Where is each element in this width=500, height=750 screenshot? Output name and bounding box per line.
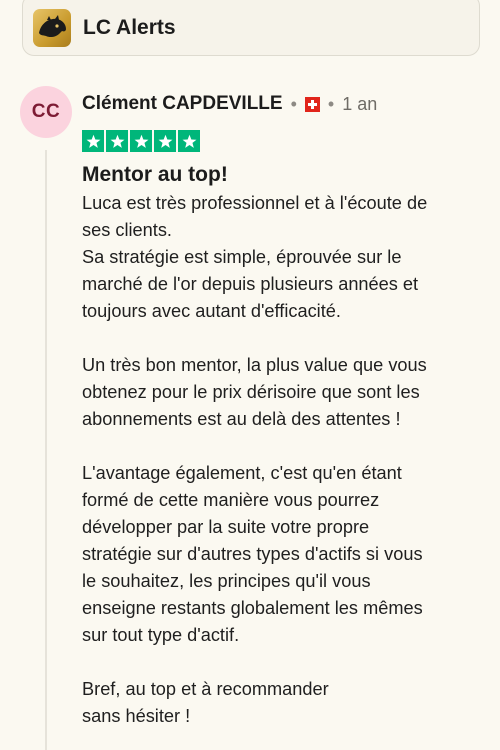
star-icon — [178, 130, 200, 152]
review-body: Luca est très professionnel et à l'écout… — [82, 190, 482, 730]
thread-line — [45, 150, 47, 750]
review-line: sur tout type d'actif. — [82, 625, 240, 645]
swiss-flag-icon — [304, 96, 320, 112]
review-paragraph: L'avantage également, c'est qu'en étant f… — [82, 460, 482, 649]
review-line: L'avantage également, c'est qu'en étant — [82, 463, 402, 483]
star-icon — [130, 130, 152, 152]
review-meta: Clément CAPDEVILLE • • 1 an — [82, 93, 377, 115]
avatar[interactable]: CC — [20, 86, 72, 138]
review-line: le souhaitez, les principes qu'il vous — [82, 571, 371, 591]
review-line: ses clients. — [82, 220, 172, 240]
star-rating — [82, 130, 200, 152]
review-paragraph: Un très bon mentor, la plus value que vo… — [82, 352, 482, 433]
review-line: développer par la suite votre propre — [82, 517, 370, 537]
author-name[interactable]: Clément CAPDEVILLE — [82, 93, 283, 115]
review-line: Un très bon mentor, la plus value que vo… — [82, 355, 427, 375]
panther-logo-icon — [33, 9, 71, 47]
review-title: Mentor au top! — [82, 163, 228, 186]
review-paragraph: Luca est très professionnel et à l'écout… — [82, 190, 482, 325]
review-line: Bref, au top et à recommander — [82, 679, 329, 699]
star-icon — [82, 130, 104, 152]
review-line: obtenez pour le prix dérisoire que sont … — [82, 382, 420, 402]
review-time: 1 an — [342, 93, 378, 114]
review-line: Luca est très professionnel et à l'écout… — [82, 193, 428, 213]
review-line: toujours avec autant d'efficacité. — [82, 301, 341, 321]
review-page: LC Alerts CC Clément CAPDEVILLE • • 1 an… — [0, 0, 500, 750]
review-line: Sa stratégie est simple, éprouvée sur le — [82, 247, 402, 267]
review-line: enseigne restants globalement les mêmes — [82, 598, 423, 618]
business-name[interactable]: LC Alerts — [83, 16, 176, 40]
review-line: formé de cette manière vous pourrez — [82, 490, 380, 510]
review-line: marché de l'or depuis plusieurs années e… — [82, 274, 419, 294]
separator-dot: • — [327, 93, 335, 114]
avatar-initials: CC — [31, 101, 61, 122]
review-paragraph: Bref, au top et à recommander sans hésite… — [82, 676, 482, 730]
review-line: abonnements est au delà des attentes ! — [82, 409, 401, 429]
review-line: stratégie sur d'autres types d'actifs si… — [82, 544, 423, 564]
business-chip[interactable]: LC Alerts — [22, 0, 480, 56]
star-icon — [154, 130, 176, 152]
star-icon — [106, 130, 128, 152]
separator-dot: • — [290, 93, 297, 114]
review-line: sans hésiter ! — [82, 706, 191, 726]
